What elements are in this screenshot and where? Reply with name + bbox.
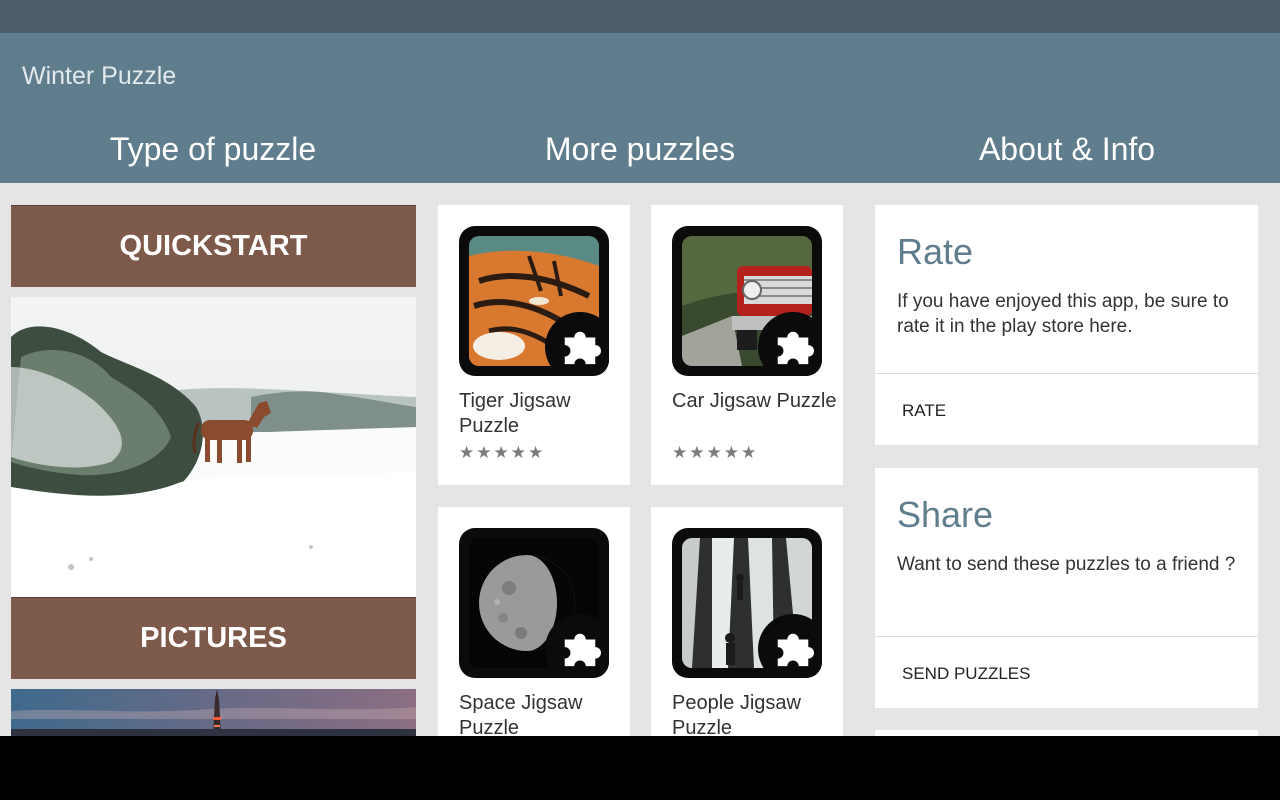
tiger-puzzle-card[interactable]: Tiger Jigsaw Puzzle ★★★★★	[438, 205, 630, 485]
quickstart-button[interactable]: QUICKSTART	[11, 205, 416, 287]
people-puzzle-card[interactable]: People Jigsaw Puzzle	[651, 507, 843, 736]
puzzle-thumbnail	[672, 528, 822, 678]
send-puzzles-button[interactable]: SEND PUZZLES	[902, 664, 1030, 684]
car-puzzle-card[interactable]: Car Jigsaw Puzzle ★★★★★	[651, 205, 843, 485]
puzzle-piece-icon	[758, 312, 822, 376]
puzzle-thumbnail	[459, 226, 609, 376]
share-card: Share Want to send these puzzles to a fr…	[875, 468, 1258, 708]
puzzle-name: Space Jigsaw Puzzle	[459, 692, 583, 736]
main-content: QUICKSTART PICTURES Tiger Jigsaw Puzzle …	[0, 183, 1280, 736]
rating-stars: ★★★★★	[459, 443, 546, 462]
tab-type-of-puzzle[interactable]: Type of puzzle	[0, 131, 426, 168]
tab-more-puzzles[interactable]: More puzzles	[427, 131, 853, 168]
tab-about-info[interactable]: About & Info	[854, 131, 1280, 168]
navigation-bar	[0, 736, 1280, 800]
rate-button[interactable]: RATE	[902, 401, 946, 421]
rate-description: If you have enjoyed this app, be sure to…	[897, 291, 1229, 337]
rating-stars: ★★★★★	[672, 443, 759, 462]
puzzle-name: Tiger Jigsaw Puzzle	[459, 390, 571, 437]
puzzle-piece-icon	[758, 614, 822, 678]
puzzle-name: People Jigsaw Puzzle	[672, 692, 801, 736]
app-bar: Winter Puzzle Type of puzzle More puzzle…	[0, 33, 1280, 183]
puzzle-name: Car Jigsaw Puzzle	[672, 390, 837, 412]
rate-card: Rate If you have enjoyed this app, be su…	[875, 205, 1258, 445]
share-title: Share	[897, 494, 994, 535]
pictures-button[interactable]: PICTURES	[11, 597, 416, 679]
puzzle-piece-icon	[545, 614, 609, 678]
share-description: Want to send these puzzles to a friend ?	[897, 554, 1236, 575]
puzzle-thumbnail	[459, 528, 609, 678]
divider	[875, 636, 1258, 637]
status-bar	[0, 0, 1280, 33]
space-puzzle-card[interactable]: Space Jigsaw Puzzle	[438, 507, 630, 736]
puzzle-thumbnail	[672, 226, 822, 376]
app-title: Winter Puzzle	[22, 62, 177, 90]
winter-horse-image[interactable]	[11, 297, 416, 597]
divider	[875, 373, 1258, 374]
city-tower-image[interactable]	[11, 689, 416, 736]
rate-title: Rate	[897, 231, 974, 272]
puzzle-piece-icon	[545, 312, 609, 376]
